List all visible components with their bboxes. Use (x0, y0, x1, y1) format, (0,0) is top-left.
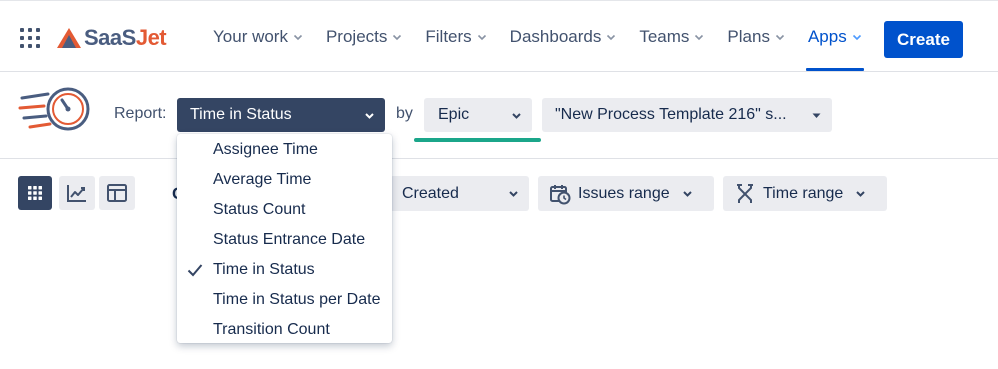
report-type-value: Time in Status (190, 106, 292, 123)
group-by-select[interactable]: Epic (424, 98, 532, 132)
dropdown-option-average-time[interactable]: Average Time (177, 165, 392, 195)
by-label: by (396, 105, 413, 122)
nav-teams[interactable]: Teams (639, 1, 704, 73)
section-divider (0, 158, 998, 159)
nav-apps[interactable]: Apps (805, 1, 864, 73)
report-label: Report: (114, 105, 167, 122)
filter-select[interactable]: "New Process Template 216" s... (542, 98, 832, 132)
option-label: Time in Status per Date (213, 291, 381, 308)
nav-filters[interactable]: Filters (425, 1, 486, 73)
report-type-dropdown: Assignee Time Average Time Status Count … (177, 134, 392, 343)
chevron-down-icon (775, 34, 785, 41)
panel-layout-icon (107, 184, 127, 202)
dropdown-option-time-in-status-per-date[interactable]: Time in Status per Date (177, 285, 392, 315)
grid-icon (28, 186, 42, 200)
chevron-down-icon (477, 34, 486, 41)
option-label: Assignee Time (213, 141, 318, 158)
issues-range-label: Issues range (578, 184, 670, 202)
top-navigation-bar: SaaSJet Your work Projects Filters Dashb… (0, 0, 998, 72)
filter-value: "New Process Template 216" s... (555, 106, 787, 123)
option-label: Status Entrance Date (213, 231, 366, 248)
brand-name: SaaSJet (84, 25, 167, 50)
chevron-down-icon (365, 113, 374, 119)
time-range-label: Time range (763, 184, 844, 202)
create-button[interactable]: Create (884, 21, 963, 58)
saasjet-logo[interactable]: SaaSJet (56, 25, 167, 51)
dropdown-option-transition-count[interactable]: Transition Count (177, 315, 392, 345)
saasjet-logo-icon (57, 28, 81, 48)
time-range-icon (737, 183, 753, 203)
chevron-down-icon (852, 34, 861, 41)
chevron-down-icon (512, 113, 521, 119)
grid-view-button[interactable] (18, 176, 52, 210)
option-label: Transition Count (213, 321, 330, 338)
nav-dashboards[interactable]: Dashboards (510, 1, 617, 73)
calendar-clock-icon (550, 184, 571, 204)
report-type-select[interactable]: Time in Status (177, 98, 385, 132)
group-by-value: Epic (438, 106, 470, 123)
panel-view-button[interactable] (99, 176, 135, 210)
chart-view-button[interactable] (59, 176, 95, 210)
dropdown-option-status-entrance-date[interactable]: Status Entrance Date (177, 225, 392, 255)
chevron-down-icon (393, 34, 402, 41)
chevron-down-icon (856, 191, 866, 197)
app-switcher-icon[interactable] (20, 28, 40, 48)
main-nav: Your work Projects Filters Dashboards Te… (213, 1, 885, 73)
caret-down-icon (812, 113, 821, 118)
date-field-select[interactable]: Created (390, 176, 529, 211)
chevron-down-icon (293, 34, 303, 41)
nav-projects[interactable]: Projects (326, 1, 402, 73)
option-label: Average Time (213, 171, 312, 188)
line-chart-icon (67, 185, 86, 202)
dropdown-option-time-in-status[interactable]: Time in Status (177, 255, 392, 285)
chevron-down-icon (695, 34, 704, 41)
chevron-down-icon (607, 34, 616, 41)
checkmark-icon (187, 264, 203, 277)
dropdown-option-status-count[interactable]: Status Count (177, 195, 392, 225)
dropdown-option-assignee-time[interactable]: Assignee Time (177, 135, 392, 165)
date-field-value: Created (402, 184, 459, 202)
issues-range-button[interactable]: Issues range (538, 176, 714, 211)
group-by-highlight (414, 138, 541, 142)
nav-plans[interactable]: Plans (727, 1, 785, 73)
time-range-button[interactable]: Time range (723, 176, 887, 211)
time-in-status-app-logo-icon (18, 87, 90, 131)
option-label: Status Count (213, 201, 306, 218)
option-label: Time in Status (213, 261, 315, 278)
chevron-down-icon (509, 191, 518, 197)
chevron-down-icon (682, 191, 692, 197)
nav-your-work[interactable]: Your work (213, 1, 303, 73)
